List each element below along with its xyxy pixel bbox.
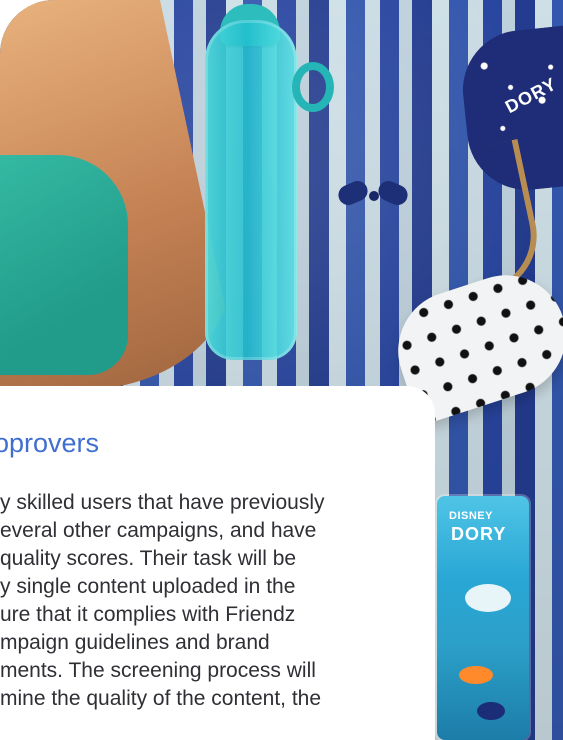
body-line: mine the quality of the content, the xyxy=(0,686,322,710)
body-line: quality scores. Their task will be xyxy=(0,546,297,570)
white-whale-icon xyxy=(465,584,511,612)
body-line: everal other campaigns, and have xyxy=(0,518,317,542)
body-line: ments. The screening process will xyxy=(0,658,316,682)
teal-bag-image xyxy=(0,155,128,375)
card-body: y skilled users that have previously eve… xyxy=(0,489,404,712)
ribbon-knot-icon xyxy=(369,191,379,201)
plush-toy-label: DORY xyxy=(501,73,561,118)
water-bottle-image xyxy=(205,20,297,360)
info-card: oprovers y skilled users that have previ… xyxy=(0,386,435,740)
water-bottle-loop xyxy=(292,62,334,112)
orange-fish-icon xyxy=(459,666,493,684)
body-line: ure that it complies with Friendz xyxy=(0,602,296,626)
dory-card-title: Disney xyxy=(449,510,493,522)
body-line: y skilled users that have previously xyxy=(0,491,325,515)
body-line: y single content uploaded in the xyxy=(0,574,296,598)
dory-card-subtitle: DORY xyxy=(451,524,507,544)
body-line: mpaign guidelines and brand xyxy=(0,630,270,654)
navy-fish-icon xyxy=(477,702,505,720)
ribbon-bow-icon xyxy=(338,173,408,227)
dory-card-image: Disney DORY xyxy=(437,496,529,740)
card-title: oprovers xyxy=(0,428,100,458)
